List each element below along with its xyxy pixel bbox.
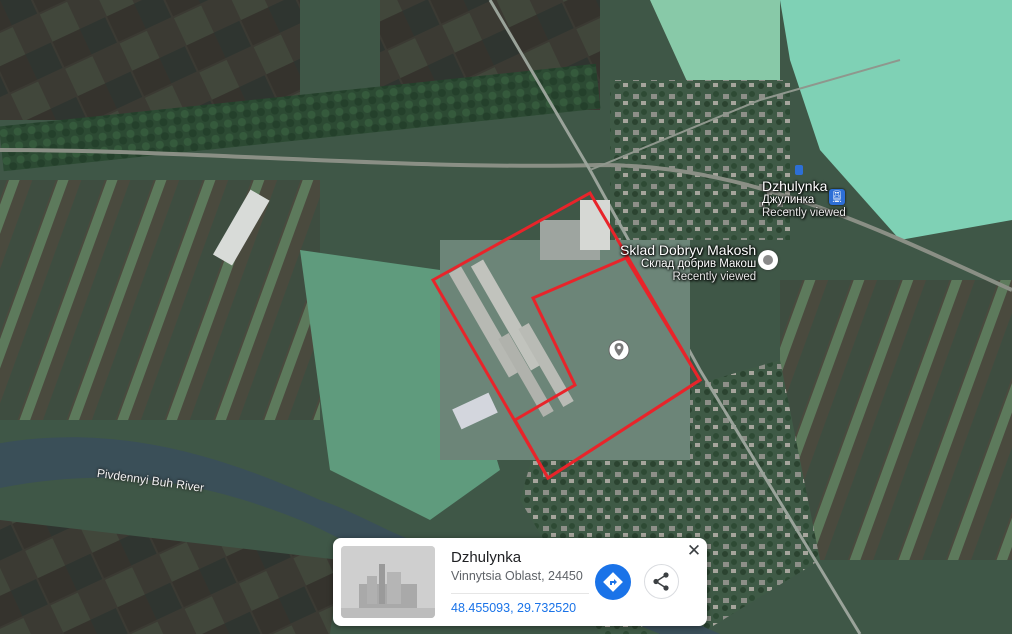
town-status: Recently viewed — [762, 207, 846, 220]
farm-fields-west — [0, 180, 320, 420]
place-address: Vinnytsia Oblast, 24450 — [451, 569, 583, 583]
map-pin-icon[interactable] — [607, 338, 631, 362]
warehouse-name: Sklad Dobryv Makosh — [620, 242, 757, 258]
warehouse-status: Recently viewed — [672, 271, 757, 284]
place-title: Dzhulynka — [451, 549, 522, 566]
train-icon[interactable]: 🚆︎ — [829, 189, 845, 205]
place-coordinates[interactable]: 48.455093, 29.732520 — [451, 601, 576, 615]
town-small-marker — [795, 165, 803, 175]
close-icon[interactable]: ✕ — [685, 542, 703, 560]
warehouse-label[interactable]: Sklad Dobryv Makosh Склад добрив Макош R… — [620, 242, 756, 285]
directions-button[interactable] — [595, 564, 631, 600]
place-thumbnail[interactable] — [341, 546, 435, 618]
warehouse-local-name: Склад добрив Макош — [640, 258, 757, 271]
share-icon — [653, 572, 669, 591]
directions-icon — [603, 572, 623, 592]
card-divider — [451, 593, 589, 594]
building-illustration — [341, 546, 435, 618]
farm-fields-southeast — [780, 280, 1012, 560]
place-info-card[interactable]: Dzhulynka Vinnytsia Oblast, 24450 48.455… — [333, 538, 707, 626]
place-circle-icon[interactable] — [758, 250, 778, 270]
share-button[interactable] — [644, 564, 679, 599]
